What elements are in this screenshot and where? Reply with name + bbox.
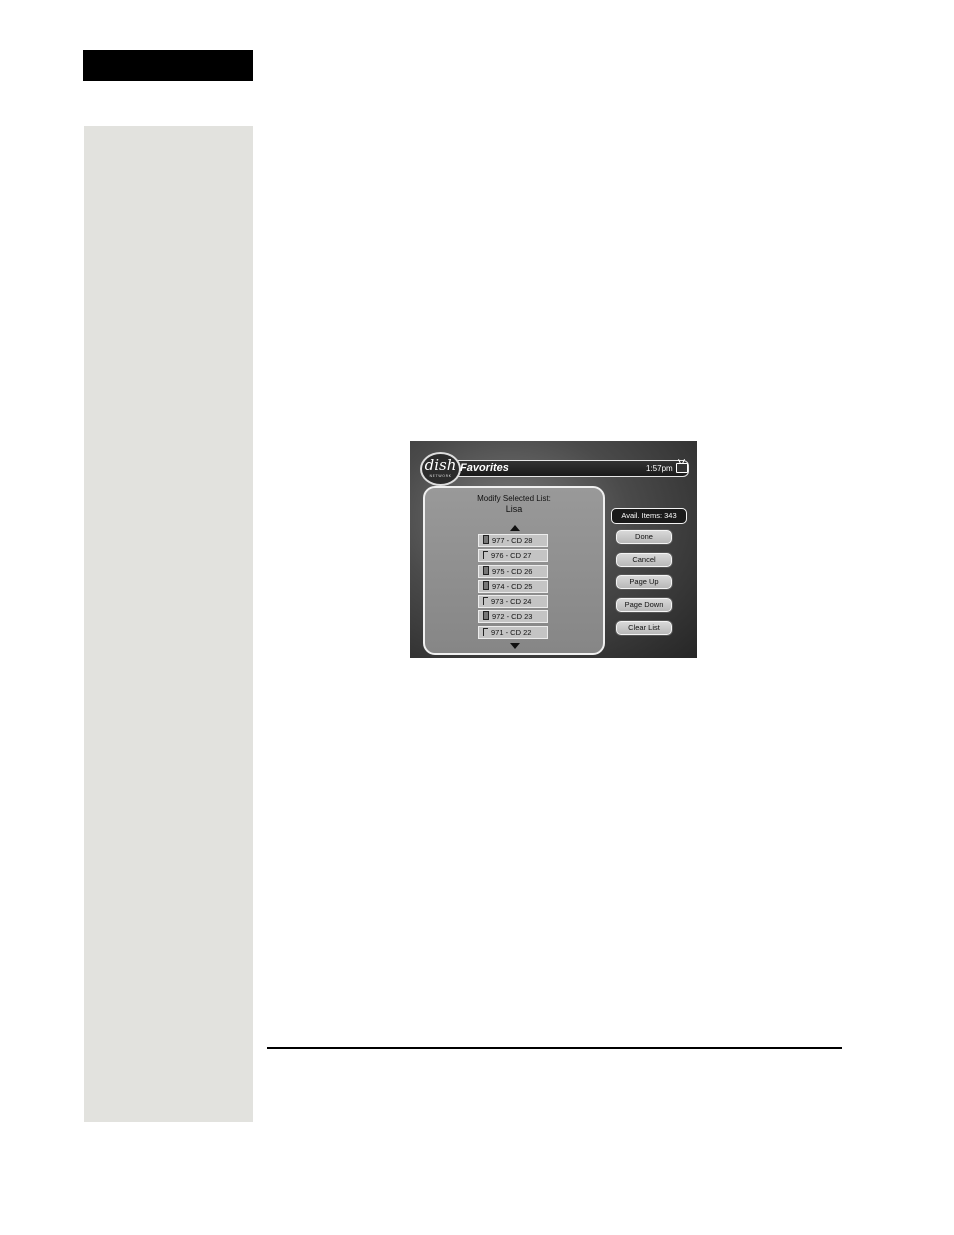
list-item[interactable]: 973 - CD 24 [478, 595, 548, 609]
modify-list-panel: Modify Selected List: Lisa 977 - CD 28 9… [423, 486, 605, 655]
list-item-label: 971 - CD 22 [491, 627, 532, 637]
done-button[interactable]: Done [616, 530, 672, 544]
page-down-button[interactable]: Page Down [616, 598, 672, 612]
list-item-label: 972 - CD 23 [492, 612, 533, 622]
list-item[interactable]: 972 - CD 23 [478, 610, 548, 624]
clock: 1:57pm [646, 464, 673, 473]
favorite-marker-icon [483, 611, 489, 621]
list-item[interactable]: 975 - CD 26 [478, 564, 548, 578]
side-panel [84, 126, 253, 1122]
screen-title: Favorites [460, 462, 509, 474]
cancel-button[interactable]: Cancel [616, 553, 672, 567]
favorite-marker-icon [483, 597, 488, 606]
favorite-marker-icon [483, 535, 489, 544]
clear-list-button[interactable]: Clear List [616, 621, 672, 635]
logo-text: dish [424, 456, 457, 474]
favorite-marker-icon [483, 551, 488, 560]
scroll-up-arrow-icon[interactable] [510, 525, 520, 531]
favorite-marker-icon [483, 627, 488, 636]
scroll-down-arrow-icon[interactable] [510, 643, 520, 649]
page-up-button[interactable]: Page Up [616, 575, 672, 589]
list-item-label: 976 - CD 27 [491, 551, 532, 561]
favorite-marker-icon [483, 565, 489, 575]
list-item-label: 973 - CD 24 [491, 597, 532, 607]
list-item-label: 974 - CD 25 [492, 581, 533, 591]
list-item[interactable]: 977 - CD 28 [478, 534, 548, 547]
panel-label: Modify Selected List: [477, 494, 551, 503]
list-name: Lisa [505, 504, 523, 514]
logo-subtext: NETWORK [429, 474, 452, 478]
section-tab [83, 50, 253, 81]
footer-divider [267, 1047, 842, 1049]
favorite-marker-icon [483, 580, 489, 590]
list-item-label: 977 - CD 28 [492, 536, 533, 545]
list-item[interactable]: 976 - CD 27 [478, 549, 548, 563]
tv-icon [676, 463, 688, 473]
list-item-label: 975 - CD 26 [492, 566, 533, 576]
avail-items-badge: Avail. Items: 343 [611, 508, 687, 524]
list-item[interactable]: 974 - CD 25 [478, 579, 548, 593]
channel-list: 977 - CD 28 976 - CD 27 975 - CD 26 974 … [478, 534, 548, 641]
dish-network-logo: dish NETWORK [420, 452, 461, 486]
favorites-screen: dish NETWORK Favorites 1:57pm Modify Sel… [410, 441, 697, 658]
list-item[interactable]: 971 - CD 22 [478, 625, 548, 639]
